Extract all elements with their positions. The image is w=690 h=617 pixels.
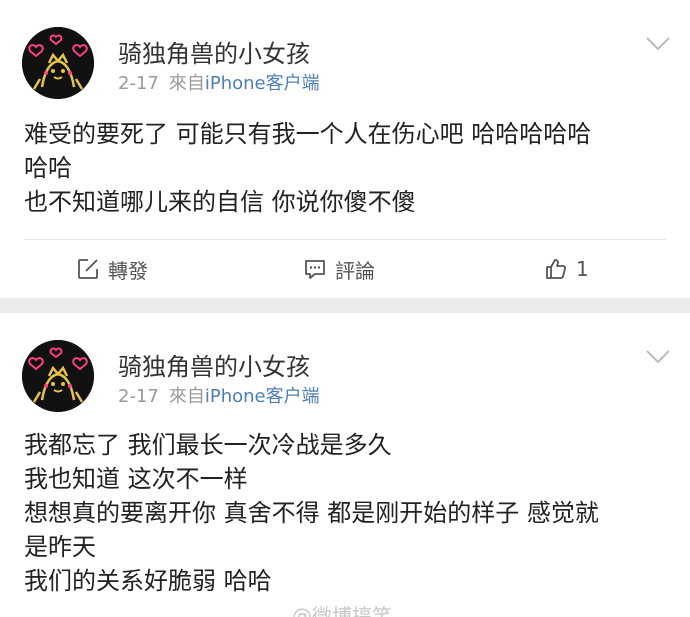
weibo-post: 骑独角兽的小女孩 2-17 來自iPhone客户端 难受的要死了 可能只有我一个人… [0, 0, 690, 298]
unicorn-girl-avatar-icon [22, 27, 94, 99]
speech-bubble-icon [305, 260, 325, 279]
post-line: 我们的关系好脆弱 哈哈 [24, 567, 272, 595]
post-line: 哈哈 [24, 154, 72, 182]
chevron-down-icon[interactable] [645, 36, 671, 52]
like-button[interactable]: 1 [544, 255, 589, 283]
post-username[interactable]: 骑独角兽的小女孩 [118, 34, 310, 69]
comment-label: 評論 [335, 258, 375, 283]
edit-square-icon [78, 259, 98, 279]
post-source-prefix: 來自 [168, 73, 205, 94]
unicorn-girl-avatar-icon [22, 340, 94, 412]
divider [24, 239, 666, 240]
avatar[interactable] [22, 27, 94, 99]
thumbs-up-icon [546, 259, 567, 279]
post-date: 2-17 [118, 73, 159, 94]
repost-button[interactable]: 轉發 [76, 255, 148, 283]
watermark: @微博搞笑 [292, 604, 392, 617]
post-line: 难受的要死了 可能只有我一个人在伤心吧 哈哈哈哈哈 [24, 120, 592, 148]
post-line: 想想真的要离开你 真舍不得 都是刚开始的样子 感觉就 [24, 499, 599, 527]
post-source-device[interactable]: iPhone客户端 [205, 386, 320, 407]
repost-label: 轉發 [108, 258, 148, 283]
comment-button[interactable]: 評論 [303, 255, 375, 283]
weibo-post: 骑独角兽的小女孩 2-17 來自iPhone客户端 我都忘了 我们最长一次冷战是多… [0, 313, 690, 617]
like-count: 1 [576, 257, 589, 281]
post-body: 难受的要死了 可能只有我一个人在伤心吧 哈哈哈哈哈 哈哈 也不知道哪儿来的自信 … [24, 117, 664, 219]
post-username[interactable]: 骑独角兽的小女孩 [118, 347, 310, 382]
post-source-prefix: 來自 [168, 386, 205, 407]
post-meta: 2-17 來自iPhone客户端 [118, 382, 320, 408]
post-body: 我都忘了 我们最长一次冷战是多久 我也知道 这次不一样 想想真的要离开你 真舍不… [24, 428, 664, 598]
post-line: 我也知道 这次不一样 [24, 465, 248, 493]
post-line: 是昨天 [24, 533, 96, 561]
post-meta: 2-17 來自iPhone客户端 [118, 69, 320, 95]
post-line: 我都忘了 我们最长一次冷战是多久 [24, 431, 392, 459]
chevron-down-icon[interactable] [645, 349, 671, 365]
post-line: 也不知道哪儿来的自信 你说你傻不傻 [24, 188, 416, 216]
avatar[interactable] [22, 340, 94, 412]
post-date: 2-17 [118, 386, 159, 407]
post-source-device[interactable]: iPhone客户端 [205, 73, 320, 94]
